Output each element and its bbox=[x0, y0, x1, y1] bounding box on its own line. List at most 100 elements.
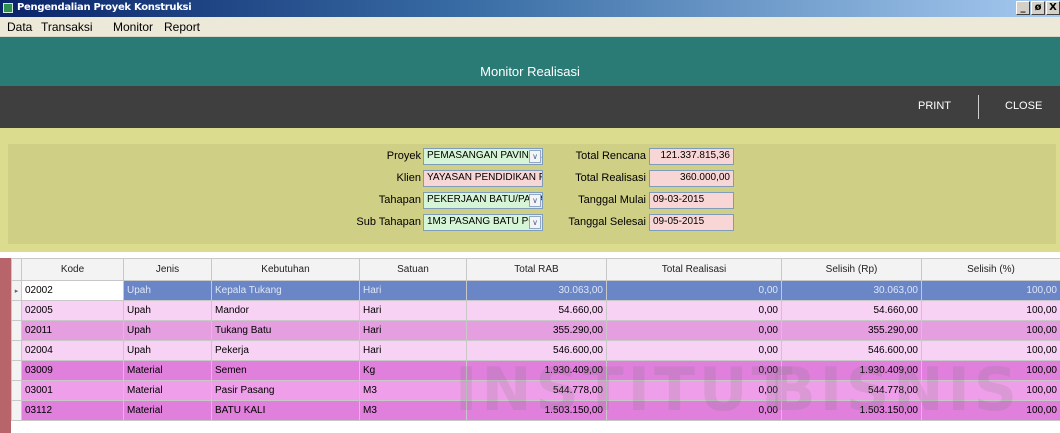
cell-kebutuhan[interactable]: Mandor bbox=[211, 300, 360, 321]
watermark-text: BISNIS bbox=[770, 355, 1022, 425]
cell-satuan[interactable]: M3 bbox=[359, 380, 467, 401]
row-header bbox=[11, 380, 22, 401]
cell-satuan[interactable]: Hari bbox=[359, 280, 467, 301]
cell-total-realisasi[interactable]: 0,00 bbox=[606, 280, 782, 301]
row-header bbox=[11, 320, 22, 341]
column-header-selisih-pct[interactable]: Selisih (%) bbox=[921, 258, 1060, 281]
cell-kode[interactable]: 02004 bbox=[21, 340, 124, 361]
close-button[interactable]: CLOSE bbox=[1005, 100, 1042, 112]
cell-kebutuhan[interactable]: BATU KALI bbox=[211, 400, 360, 421]
current-row-arrow-icon: ▸ bbox=[11, 280, 22, 301]
sub-tahapan-select[interactable]: 1M3 PASANG BATU PO... bbox=[423, 214, 543, 231]
cell-kebutuhan[interactable]: Semen bbox=[211, 360, 360, 381]
cell-jenis[interactable]: Upah bbox=[123, 320, 212, 341]
form-header: Monitor Realisasi bbox=[0, 57, 1060, 86]
total-rencana-field[interactable]: 121.337.815,36 bbox=[649, 148, 734, 165]
tahapan-select[interactable]: PEKERJAAN BATU/PASA... bbox=[423, 192, 543, 209]
cell-selisih-rp[interactable]: 355.290,00 bbox=[781, 320, 922, 341]
cell-jenis[interactable]: Upah bbox=[123, 340, 212, 361]
cell-satuan[interactable]: Hari bbox=[359, 320, 467, 341]
tanggal-mulai-label: Tanggal Mulai bbox=[578, 194, 646, 206]
column-header-kebutuhan[interactable]: Kebutuhan bbox=[211, 258, 360, 281]
cell-jenis[interactable]: Material bbox=[123, 400, 212, 421]
sub-tahapan-label: Sub Tahapan bbox=[356, 216, 421, 228]
cell-satuan[interactable]: M3 bbox=[359, 400, 467, 421]
menu-bar: Data Transaksi Monitor Report bbox=[0, 17, 1060, 37]
cell-selisih-pct[interactable]: 100,00 bbox=[921, 320, 1060, 341]
table-row[interactable]: ▸ 02002 Upah Kepala Tukang Hari 30.063,0… bbox=[11, 280, 1060, 301]
cell-selisih-rp[interactable]: 30.063,00 bbox=[781, 280, 922, 301]
tanggal-selesai-field[interactable]: 09-05-2015 bbox=[649, 214, 734, 231]
column-header-kode[interactable]: Kode bbox=[21, 258, 124, 281]
cell-satuan[interactable]: Hari bbox=[359, 300, 467, 321]
close-window-button[interactable]: X bbox=[1046, 1, 1060, 15]
total-realisasi-label: Total Realisasi bbox=[575, 172, 646, 184]
restore-button[interactable]: ø bbox=[1031, 1, 1045, 15]
cell-kode[interactable]: 02011 bbox=[21, 320, 124, 341]
cell-total-rab[interactable]: 355.290,00 bbox=[466, 320, 607, 341]
row-header bbox=[11, 400, 22, 421]
column-header-jenis[interactable]: Jenis bbox=[123, 258, 212, 281]
watermark-text: INSTITUT bbox=[455, 355, 797, 425]
cell-total-rab[interactable]: 30.063,00 bbox=[466, 280, 607, 301]
klien-field[interactable]: YAYASAN PENDIDIKAN PUSPA bbox=[423, 170, 543, 187]
cell-kebutuhan[interactable]: Tukang Batu bbox=[211, 320, 360, 341]
chevron-down-icon[interactable]: ∨ bbox=[529, 150, 541, 163]
column-header-total-rab[interactable]: Total RAB bbox=[466, 258, 607, 281]
chevron-down-icon[interactable]: ∨ bbox=[529, 194, 541, 207]
cell-selisih-pct[interactable]: 100,00 bbox=[921, 300, 1060, 321]
table-header-row: Kode Jenis Kebutuhan Satuan Total RAB To… bbox=[11, 258, 1060, 281]
column-header-selisih-rp[interactable]: Selisih (Rp) bbox=[781, 258, 922, 281]
cell-kebutuhan[interactable]: Pasir Pasang bbox=[211, 380, 360, 401]
minimize-button[interactable]: _ bbox=[1016, 1, 1030, 15]
table-row[interactable]: 02011 Upah Tukang Batu Hari 355.290,00 0… bbox=[11, 320, 1060, 341]
column-header-satuan[interactable]: Satuan bbox=[359, 258, 467, 281]
cell-selisih-pct[interactable]: 100,00 bbox=[921, 280, 1060, 301]
window-title: Pengendalian Proyek Konstruksi bbox=[17, 2, 192, 13]
left-accent-bar bbox=[0, 258, 11, 433]
tanggal-selesai-label: Tanggal Selesai bbox=[568, 216, 646, 228]
tahapan-label: Tahapan bbox=[378, 194, 421, 206]
print-button[interactable]: PRINT bbox=[918, 100, 951, 112]
toolbar-divider bbox=[978, 95, 979, 119]
cell-jenis[interactable]: Upah bbox=[123, 280, 212, 301]
cell-satuan[interactable]: Hari bbox=[359, 340, 467, 361]
column-header-total-realisasi[interactable]: Total Realisasi bbox=[606, 258, 782, 281]
row-header bbox=[11, 360, 22, 381]
total-realisasi-field[interactable]: 360.000,00 bbox=[649, 170, 734, 187]
row-header-corner bbox=[11, 258, 22, 281]
menu-monitor[interactable]: Monitor bbox=[113, 20, 153, 34]
cell-kode[interactable]: 03009 bbox=[21, 360, 124, 381]
proyek-select[interactable]: PEMASANGAN PAVING ... bbox=[423, 148, 543, 165]
menu-report[interactable]: Report bbox=[164, 20, 200, 34]
cell-total-realisasi[interactable]: 0,00 bbox=[606, 300, 782, 321]
cell-jenis[interactable]: Upah bbox=[123, 300, 212, 321]
app-icon bbox=[3, 3, 13, 13]
row-header bbox=[11, 300, 22, 321]
cell-kode[interactable]: 03001 bbox=[21, 380, 124, 401]
filter-panel bbox=[0, 128, 1060, 252]
cell-total-realisasi[interactable]: 0,00 bbox=[606, 320, 782, 341]
tanggal-mulai-field[interactable]: 09-03-2015 bbox=[649, 192, 734, 209]
total-rencana-label: Total Rencana bbox=[575, 150, 646, 162]
cell-kode[interactable]: 02005 bbox=[21, 300, 124, 321]
page-title: Monitor Realisasi bbox=[480, 64, 580, 79]
cell-kebutuhan[interactable]: Pekerja bbox=[211, 340, 360, 361]
row-header bbox=[11, 340, 22, 361]
table-row[interactable]: 02005 Upah Mandor Hari 54.660,00 0,00 54… bbox=[11, 300, 1060, 321]
menu-transaksi[interactable]: Transaksi bbox=[41, 20, 93, 34]
proyek-label: Proyek bbox=[386, 150, 421, 162]
window-titlebar: Pengendalian Proyek Konstruksi _ ø X bbox=[0, 0, 1060, 17]
header-strip bbox=[0, 37, 1060, 57]
cell-satuan[interactable]: Kg bbox=[359, 360, 467, 381]
toolbar: PRINT CLOSE bbox=[0, 86, 1060, 128]
klien-label: Klien bbox=[396, 172, 421, 184]
cell-jenis[interactable]: Material bbox=[123, 360, 212, 381]
cell-kode[interactable]: 03112 bbox=[21, 400, 124, 421]
cell-kebutuhan[interactable]: Kepala Tukang bbox=[211, 280, 360, 301]
cell-total-rab[interactable]: 54.660,00 bbox=[466, 300, 607, 321]
menu-data[interactable]: Data bbox=[7, 20, 32, 34]
cell-kode[interactable]: 02002 bbox=[21, 280, 124, 301]
cell-jenis[interactable]: Material bbox=[123, 380, 212, 401]
cell-selisih-rp[interactable]: 54.660,00 bbox=[781, 300, 922, 321]
